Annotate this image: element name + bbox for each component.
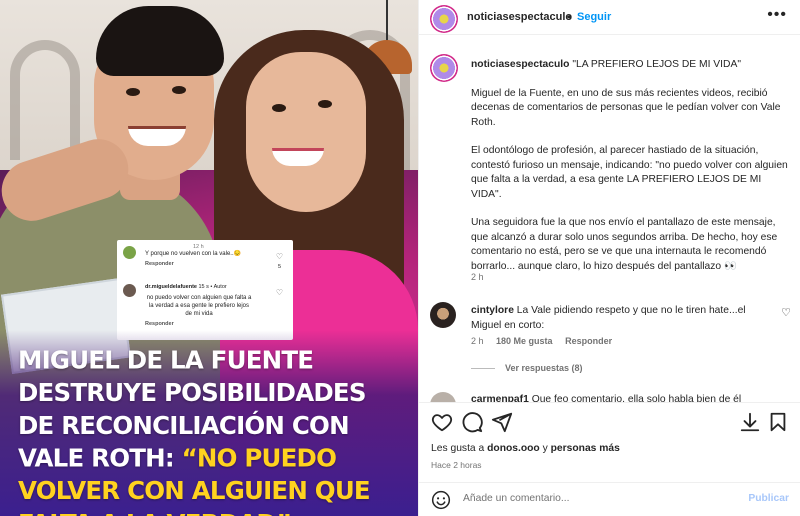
commenter-avatar: [123, 246, 136, 259]
view-replies-button[interactable]: Ver respuestas (8): [471, 363, 583, 373]
add-comment-bar: Añade un comentario... Publicar: [419, 482, 800, 516]
comment-time: 2 h: [471, 336, 484, 346]
reply-label: Responder: [145, 261, 174, 267]
lamp-cord: [386, 0, 388, 42]
post-age: Hace 2 horas: [431, 460, 482, 470]
overlay-comment-screenshot: 12 h Y porque no vuelven con la vale..😔 …: [117, 240, 293, 340]
heart-icon: ♡: [275, 288, 283, 297]
comment-meta: 2 h 180 Me gusta Responder: [471, 336, 622, 346]
heart-icon: ♡: [275, 252, 283, 261]
caption-text: noticiasespectaculo "LA PREFIERO LEJOS D…: [471, 58, 789, 274]
wall-arch: [10, 40, 80, 160]
add-comment-input[interactable]: Añade un comentario...: [463, 493, 569, 504]
replies-line: [471, 368, 495, 370]
comment-item: cintylore La Vale pidiendo respeto y que…: [471, 304, 771, 333]
likes-middle: y: [539, 443, 551, 454]
comment-icon-graphic: [462, 412, 483, 433]
post-image[interactable]: 12 h Y porque no vuelven con la vale..😔 …: [0, 0, 418, 516]
post-panel: noticiasespectaculo • Seguir ••• noticia…: [418, 0, 800, 516]
caption-paragraph: El odontólogo de profesión, al parecer h…: [471, 145, 788, 200]
comment-meta: 15 s • Autor: [198, 284, 227, 290]
eye: [272, 104, 286, 112]
eye: [318, 100, 332, 108]
likes-user[interactable]: donos.ooo: [487, 443, 540, 454]
caption-paragraph: Una seguidora fue la que nos envío el pa…: [471, 217, 778, 272]
reply-button[interactable]: Responder: [565, 336, 612, 346]
download-icon-graphic: [740, 412, 760, 432]
follow-button[interactable]: Seguir: [577, 11, 611, 23]
header-username[interactable]: noticiasespectaculo: [467, 11, 572, 23]
post-header: noticiasespectaculo • Seguir •••: [419, 0, 800, 35]
comment-author: dr.migueldelafuente: [145, 284, 197, 290]
reply-label: Responder: [145, 321, 174, 327]
caption-title: "LA PREFIERO LEJOS DE MI VIDA": [572, 59, 741, 70]
likes-summary[interactable]: Les gusta a donos.ooo y personas más: [431, 443, 620, 454]
caption-username[interactable]: noticiasespectaculo: [471, 59, 569, 70]
like-icon-graphic: [431, 414, 453, 432]
bookmark-icon-graphic: [770, 412, 786, 432]
emoji-icon[interactable]: [431, 490, 451, 510]
comment-text: no puedo volver con alguien que falta a …: [146, 295, 252, 317]
share-icon[interactable]: [491, 411, 513, 433]
eye: [126, 88, 140, 96]
comment-avatar[interactable]: [430, 302, 456, 328]
eye: [172, 86, 186, 94]
caption-paragraph: Miguel de la Fuente, en uno de sus más r…: [471, 87, 781, 128]
share-icon-graphic: [491, 412, 513, 433]
separator-dot: •: [567, 10, 572, 24]
comment-likes[interactable]: 180 Me gusta: [496, 336, 553, 346]
overlay-comment-1: 12 h Y porque no vuelven con la vale..😔 …: [123, 244, 287, 284]
caption-time: 2 h: [471, 272, 484, 282]
caption-avatar[interactable]: [430, 54, 458, 82]
save-bookmark-icon[interactable]: [767, 411, 789, 433]
author-avatar: [123, 284, 136, 297]
publish-button[interactable]: Publicar: [748, 493, 789, 504]
overlay-comment-2: dr.migueldelafuente 15 s • Autor no pued…: [123, 284, 287, 327]
comment-text: Y porque no vuelven con la vale..😔: [145, 251, 242, 257]
profile-avatar[interactable]: [430, 5, 458, 33]
comment-author-line: dr.migueldelafuente 15 s • Autor: [123, 284, 287, 290]
likes-others[interactable]: personas más: [551, 443, 620, 454]
like-icon[interactable]: [431, 411, 453, 433]
comment-username[interactable]: cintylore: [471, 305, 514, 316]
heart-icon[interactable]: ♡: [781, 306, 791, 319]
post-actions: Les gusta a donos.ooo y personas más Hac…: [419, 402, 800, 482]
emoji-icon-graphic: [431, 490, 451, 510]
download-icon[interactable]: [739, 411, 761, 433]
headline: MIGUEL DE LA FUENTE DESTRUYE POSIBILIDAD…: [18, 344, 408, 516]
like-count: 5: [277, 264, 281, 270]
comments-scroll[interactable]: noticiasespectaculo "LA PREFIERO LEJOS D…: [419, 36, 800, 406]
comment-icon[interactable]: [461, 411, 483, 433]
more-options-icon[interactable]: •••: [767, 6, 787, 24]
woman-face: [246, 52, 366, 212]
view-replies-label: Ver respuestas (8): [505, 363, 583, 373]
likes-prefix: Les gusta a: [431, 443, 488, 454]
